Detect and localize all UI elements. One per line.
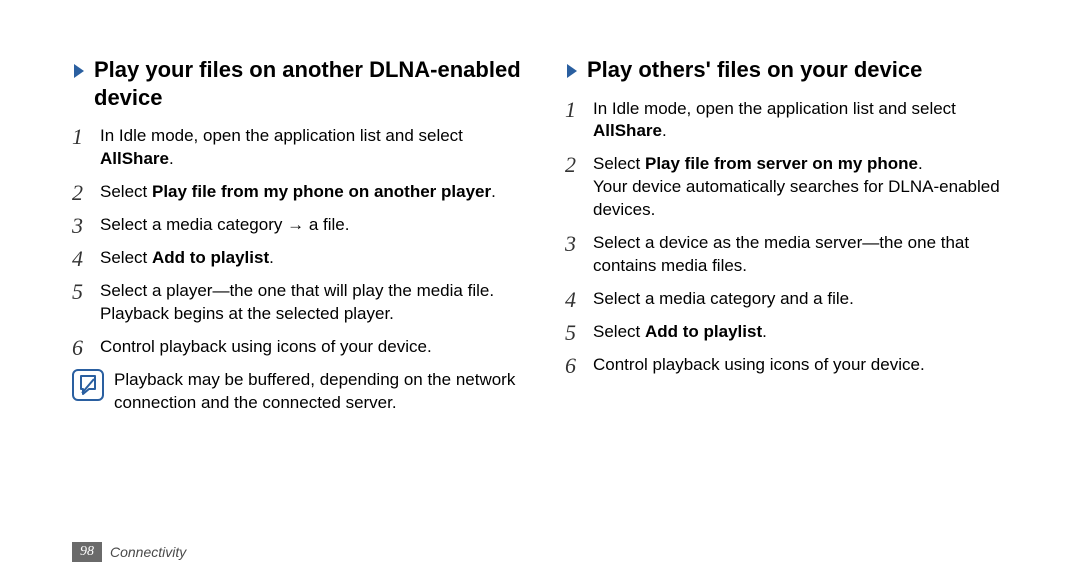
page-footer: 98 Connectivity xyxy=(72,542,186,562)
steps-list-left: 1 In Idle mode, open the application lis… xyxy=(72,125,527,359)
step-item: 4 Select Add to playlist. xyxy=(72,247,527,270)
step-item: 6 Control playback using icons of your d… xyxy=(72,336,527,359)
step-item: 3 Select a device as the media server—th… xyxy=(565,232,1020,278)
chevron-right-icon xyxy=(72,62,88,80)
chevron-right-icon xyxy=(565,62,581,80)
step-item: 5 Select a player—the one that will play… xyxy=(72,280,527,326)
page-content: Play your files on another DLNA-enabled … xyxy=(0,0,1080,415)
note-block: Playback may be buffered, depending on t… xyxy=(72,369,527,415)
step-number: 1 xyxy=(565,98,593,121)
step-body: Select Add to playlist. xyxy=(593,321,1020,344)
heading-text: Play your files on another DLNA-enabled … xyxy=(94,56,527,111)
step-item: 5 Select Add to playlist. xyxy=(565,321,1020,344)
step-number: 5 xyxy=(565,321,593,344)
note-text: Playback may be buffered, depending on t… xyxy=(114,369,527,415)
step-number: 4 xyxy=(72,247,100,270)
step-item: 2 Select Play file from my phone on anot… xyxy=(72,181,527,204)
right-column: Play others' files on your device 1 In I… xyxy=(565,56,1020,415)
step-body: Select a device as the media server—the … xyxy=(593,232,1020,278)
heading-text: Play others' files on your device xyxy=(587,56,922,84)
step-number: 1 xyxy=(72,125,100,148)
step-item: 1 In Idle mode, open the application lis… xyxy=(72,125,527,171)
section-name: Connectivity xyxy=(110,544,186,560)
step-number: 4 xyxy=(565,288,593,311)
page-number: 98 xyxy=(72,542,102,562)
step-item: 2 Select Play file from server on my pho… xyxy=(565,153,1020,222)
step-body: Select Play file from server on my phone… xyxy=(593,153,1020,222)
step-number: 3 xyxy=(565,232,593,255)
step-number: 2 xyxy=(565,153,593,176)
section-heading-left: Play your files on another DLNA-enabled … xyxy=(72,56,527,111)
step-item: 1 In Idle mode, open the application lis… xyxy=(565,98,1020,144)
step-body: Control playback using icons of your dev… xyxy=(100,336,527,359)
left-column: Play your files on another DLNA-enabled … xyxy=(72,56,527,415)
step-body: Select Play file from my phone on anothe… xyxy=(100,181,527,204)
note-icon xyxy=(72,369,104,401)
step-body: Select a media category → a file. xyxy=(100,214,527,237)
step-body: Control playback using icons of your dev… xyxy=(593,354,1020,377)
step-body: Select Add to playlist. xyxy=(100,247,527,270)
step-number: 6 xyxy=(72,336,100,359)
step-item: 4 Select a media category and a file. xyxy=(565,288,1020,311)
steps-list-right: 1 In Idle mode, open the application lis… xyxy=(565,98,1020,378)
step-body: In Idle mode, open the application list … xyxy=(593,98,1020,144)
step-body: In Idle mode, open the application list … xyxy=(100,125,527,171)
step-body: Select a player—the one that will play t… xyxy=(100,280,527,326)
step-number: 5 xyxy=(72,280,100,303)
step-number: 3 xyxy=(72,214,100,237)
step-number: 2 xyxy=(72,181,100,204)
step-item: 6 Control playback using icons of your d… xyxy=(565,354,1020,377)
step-number: 6 xyxy=(565,354,593,377)
step-item: 3 Select a media category → a file. xyxy=(72,214,527,237)
step-body: Select a media category and a file. xyxy=(593,288,1020,311)
section-heading-right: Play others' files on your device xyxy=(565,56,1020,84)
